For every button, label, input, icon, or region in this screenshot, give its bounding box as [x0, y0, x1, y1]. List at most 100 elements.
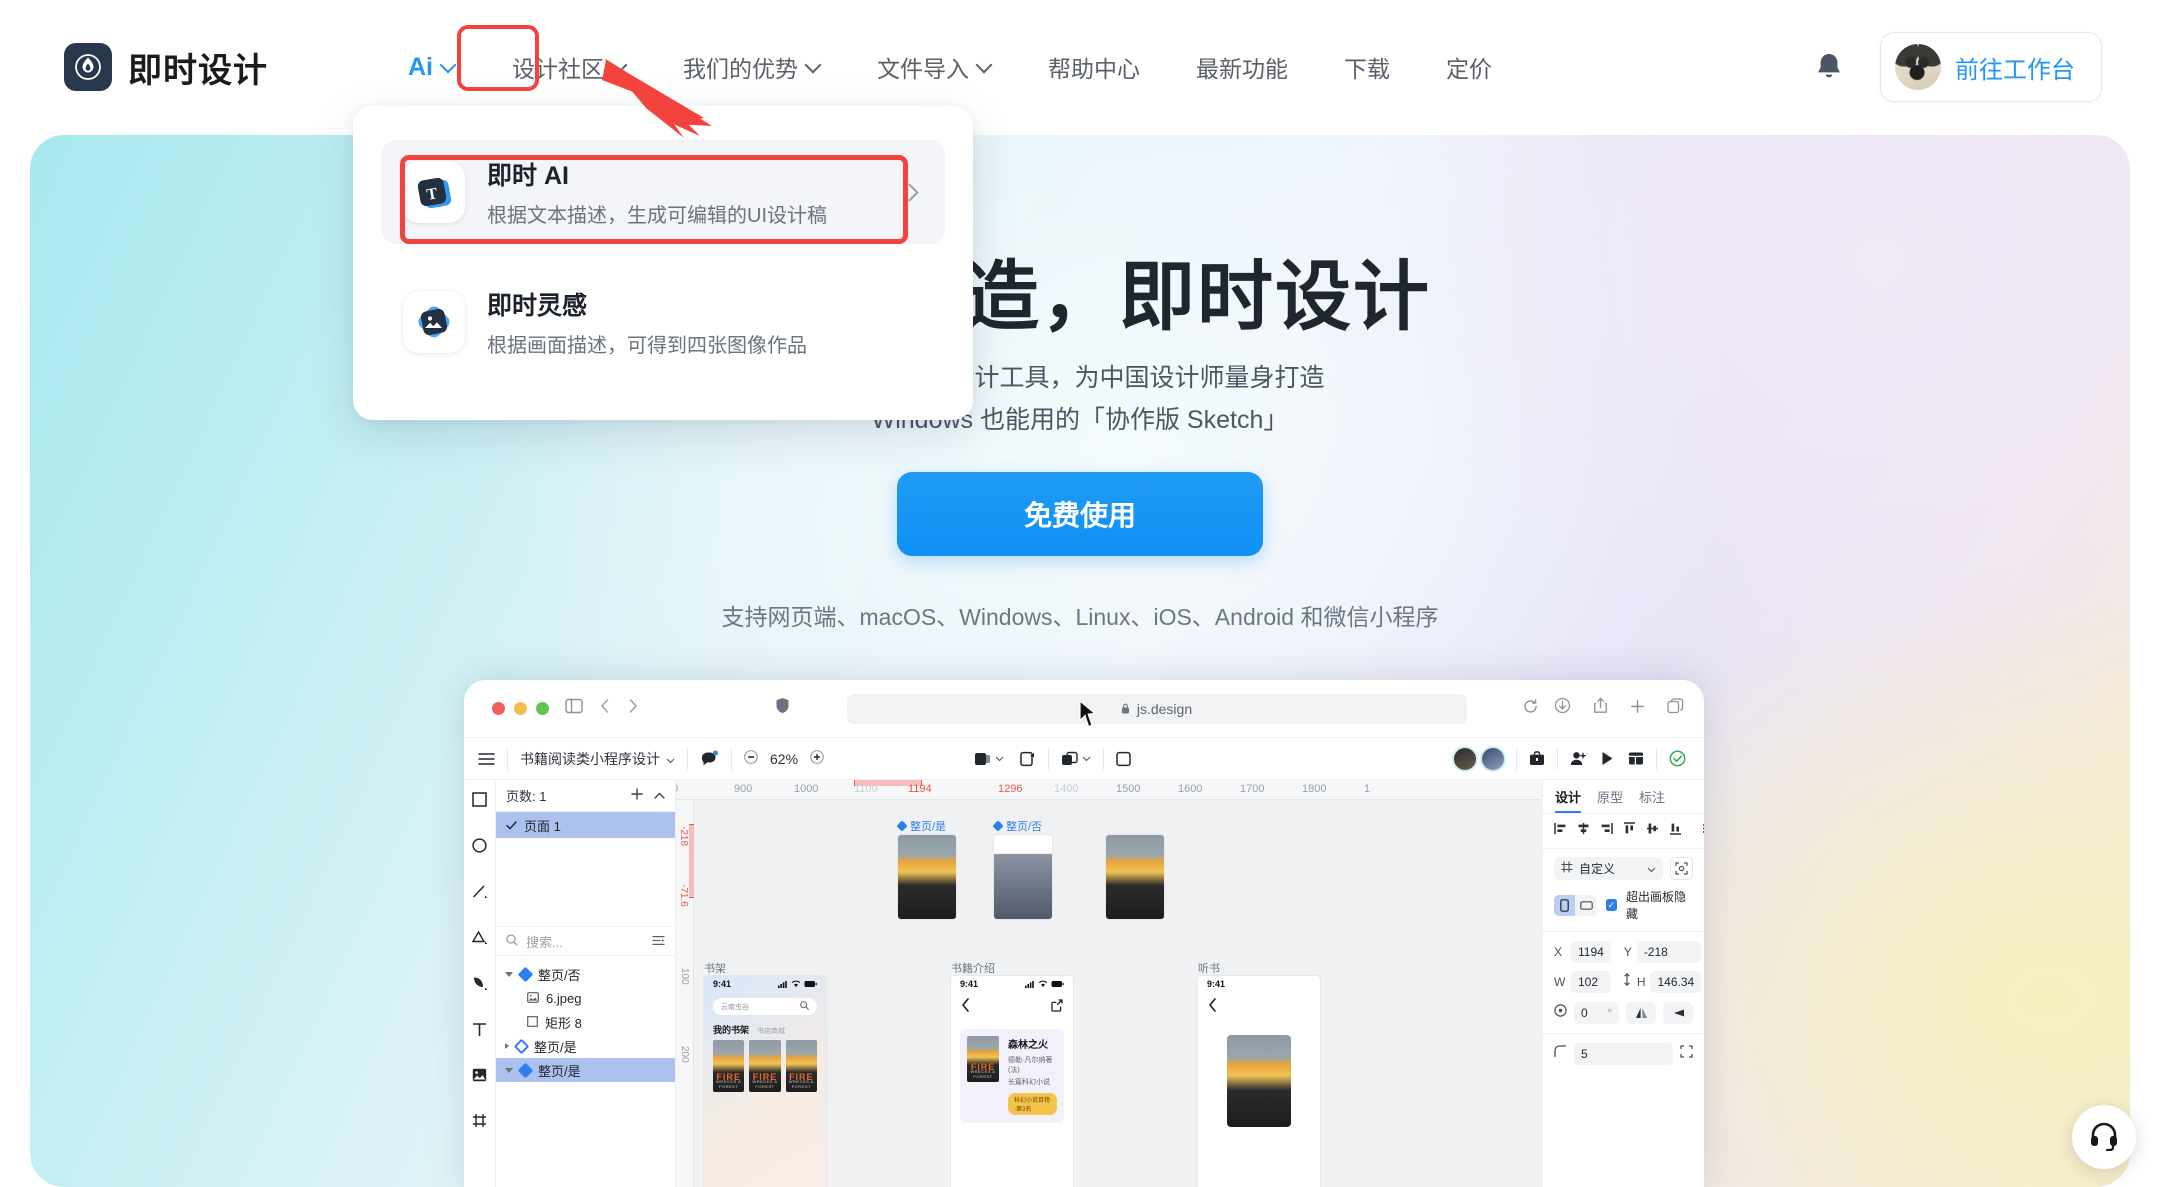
artboard-audiobook[interactable]: 9:41 [1198, 976, 1320, 1187]
slice-icon[interactable] [1116, 751, 1131, 767]
align-left-icon[interactable] [1554, 822, 1567, 840]
book-detail-card[interactable]: WRECKS A FOREST 森林之火 德勒·凡尔纳著(法) 长篇科幻小说 科… [960, 1029, 1064, 1123]
frame-tool-icon[interactable] [472, 1113, 487, 1133]
nav-item-ai[interactable]: Ai [380, 41, 484, 93]
portrait-icon[interactable] [1554, 894, 1576, 916]
new-tab-icon[interactable] [1630, 698, 1645, 720]
flip-buttons[interactable] [1626, 1002, 1693, 1024]
scale-to-fit-button[interactable] [1670, 857, 1693, 880]
tab-prototype[interactable]: 原型 [1597, 787, 1623, 813]
maximize-window-dot[interactable] [536, 702, 549, 715]
frame-label[interactable]: 书籍介绍 [951, 960, 995, 976]
nav-item-advantages[interactable]: 我们的优势 [655, 41, 849, 93]
tab-my-shelf[interactable]: 我的书架 [713, 1023, 749, 1036]
nav-item-community[interactable]: 设计社区 [484, 41, 655, 93]
frame-label[interactable]: 听书 [1198, 960, 1220, 976]
flip-horizontal-icon[interactable] [1626, 1002, 1656, 1024]
layer-item[interactable]: 整页/是 [496, 1034, 675, 1058]
comment-icon[interactable] [700, 750, 719, 767]
sidebar-toggle-icon[interactable] [565, 698, 583, 720]
properties-tabs[interactable]: 设计 原型 标注 [1543, 780, 1704, 814]
minimize-window-dot[interactable] [514, 702, 527, 715]
layer-item[interactable]: 整页/否 [496, 962, 675, 986]
layer-search-row[interactable]: 搜索... [496, 926, 675, 956]
chevron-right-icon[interactable] [505, 1043, 509, 1049]
brand[interactable]: 即时设计 [64, 43, 268, 92]
book-cover[interactable]: WRECKS A FOREST [785, 1040, 817, 1092]
flip-vertical-icon[interactable] [1663, 1002, 1693, 1024]
orientation-toggle[interactable] [1554, 894, 1597, 916]
distribute-icon[interactable] [1702, 822, 1704, 840]
polygon-tool-icon[interactable] [471, 930, 488, 950]
tool-rail[interactable] [464, 780, 496, 1187]
nav-item-whats-new[interactable]: 最新功能 [1168, 41, 1316, 93]
nav-item-pricing[interactable]: 定价 [1418, 41, 1520, 93]
reload-icon[interactable] [1523, 698, 1538, 720]
zoom-out-button[interactable] [744, 750, 758, 767]
hamburger-menu-icon[interactable] [478, 752, 495, 766]
artboard-thumbnail[interactable] [898, 835, 956, 919]
zoom-in-button[interactable] [810, 750, 824, 767]
forward-icon[interactable] [627, 698, 639, 720]
back-icon[interactable] [599, 698, 611, 720]
align-right-icon[interactable] [1600, 822, 1613, 840]
window-controls[interactable] [492, 702, 549, 715]
layer-item[interactable]: 6.jpeg [496, 986, 675, 1010]
layer-item[interactable]: 矩形 8 [496, 1010, 675, 1034]
artboard-book-detail[interactable]: 9:41 WRECKS A FOREST FIRE 森林之火 德勒·凡尔纳著(法… [951, 976, 1073, 1187]
align-top-icon[interactable] [1623, 822, 1636, 840]
link-ratio-icon[interactable] [1616, 972, 1632, 991]
corner-radius-input[interactable]: 5 [1574, 1043, 1673, 1065]
align-middle-v-icon[interactable] [1646, 822, 1659, 840]
filter-icon[interactable] [652, 934, 665, 949]
dropdown-item-instant-inspiration[interactable]: 即时灵感 根据画面描述，可得到四张图像作品 [381, 270, 945, 374]
frame-label[interactable]: 书架 [704, 960, 726, 976]
download-icon[interactable] [1554, 697, 1571, 720]
invite-user-icon[interactable] [1570, 751, 1587, 766]
preset-select[interactable]: 自定义 [1554, 857, 1663, 880]
external-link-icon[interactable] [1051, 998, 1063, 1015]
clip-content-checkbox[interactable]: ✓ [1605, 899, 1617, 911]
pen-tool-icon[interactable] [472, 976, 488, 996]
nav-item-help[interactable]: 帮助中心 [1020, 41, 1168, 93]
tab-bookstore[interactable]: 书店商城 [757, 1026, 785, 1036]
book-cover[interactable]: WRECKS A FOREST [749, 1040, 781, 1092]
independent-corners-icon[interactable] [1680, 1045, 1693, 1063]
tab-annotation[interactable]: 标注 [1639, 787, 1665, 813]
frame-label[interactable]: 整页/是 [896, 818, 946, 834]
layout-icon[interactable] [1628, 751, 1644, 766]
image-tool-icon[interactable] [472, 1068, 487, 1087]
w-input[interactable]: 102 [1571, 971, 1611, 993]
add-page-icon[interactable] [631, 788, 643, 803]
y-input[interactable]: -218 [1636, 941, 1702, 963]
status-check-icon[interactable] [1669, 750, 1686, 767]
align-center-h-icon[interactable] [1577, 822, 1590, 840]
back-icon[interactable] [961, 998, 970, 1015]
alignment-toolbar[interactable] [1543, 814, 1704, 849]
zoom-control[interactable]: 62% [744, 750, 824, 767]
present-play-icon[interactable] [1601, 751, 1614, 766]
design-canvas[interactable]: 0 900 1000 1100 1194 1296 1400 1500 1600… [676, 780, 1542, 1187]
dropdown-item-instant-ai[interactable]: T 即时 AI 根据文本描述，生成可编辑的UI设计稿 [381, 140, 945, 244]
line-tool-icon[interactable] [472, 884, 488, 904]
page-item[interactable]: 页面 1 [496, 812, 675, 838]
book-cover[interactable] [1227, 1035, 1291, 1127]
search-icon[interactable] [800, 1001, 809, 1012]
collaborator-avatars[interactable] [1454, 747, 1504, 770]
go-to-workbench-button[interactable]: 前往工作台 [1880, 32, 2102, 102]
share-icon[interactable] [1593, 697, 1608, 720]
show-tabs-icon[interactable] [1667, 697, 1684, 720]
nav-item-import[interactable]: 文件导入 [849, 41, 1020, 93]
chevron-down-icon[interactable] [505, 971, 513, 977]
shelf-tabs[interactable]: 我的书架 书店商城 [704, 1015, 826, 1040]
shield-icon[interactable] [775, 697, 790, 720]
support-headset-button[interactable] [2072, 1105, 2136, 1169]
frame-tool-icon[interactable] [1020, 751, 1036, 767]
notification-bell-icon[interactable] [1814, 51, 1844, 83]
file-name-label[interactable]: 书籍阅读类小程序设计 [520, 749, 675, 769]
align-bottom-icon[interactable] [1669, 822, 1682, 840]
chevron-down-icon[interactable] [505, 1067, 513, 1073]
layer-item[interactable]: 整页/是 [496, 1058, 675, 1082]
frame-label[interactable]: 整页/否 [992, 818, 1042, 834]
text-tool-icon[interactable] [472, 1022, 487, 1042]
